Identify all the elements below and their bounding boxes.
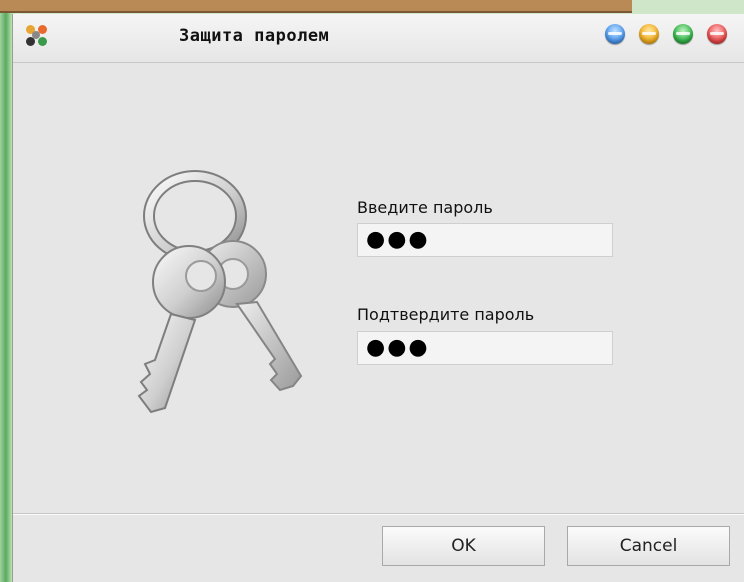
minimize-button[interactable] bbox=[605, 24, 625, 44]
password-dialog: Защита паролем Введите пароль ●●● Подтве… bbox=[12, 14, 744, 582]
dialog-title: Защита паролем bbox=[179, 26, 330, 46]
maximize-button[interactable] bbox=[639, 24, 659, 44]
restore-button[interactable] bbox=[673, 24, 693, 44]
background-window-shadow bbox=[0, 11, 632, 13]
app-icon bbox=[25, 24, 49, 48]
title-bar[interactable]: Защита паролем bbox=[13, 14, 744, 63]
password-label: Введите пароль bbox=[357, 198, 493, 217]
keys-icon bbox=[137, 170, 303, 414]
close-button[interactable] bbox=[707, 24, 727, 44]
cancel-button[interactable]: Cancel bbox=[567, 526, 730, 566]
footer-divider-highlight bbox=[13, 514, 744, 515]
password-field[interactable]: ●●● bbox=[357, 223, 613, 257]
confirm-password-label: Подтвердите пароль bbox=[357, 305, 535, 324]
confirm-password-field[interactable]: ●●● bbox=[357, 331, 613, 365]
ok-button[interactable]: OK bbox=[382, 526, 545, 566]
